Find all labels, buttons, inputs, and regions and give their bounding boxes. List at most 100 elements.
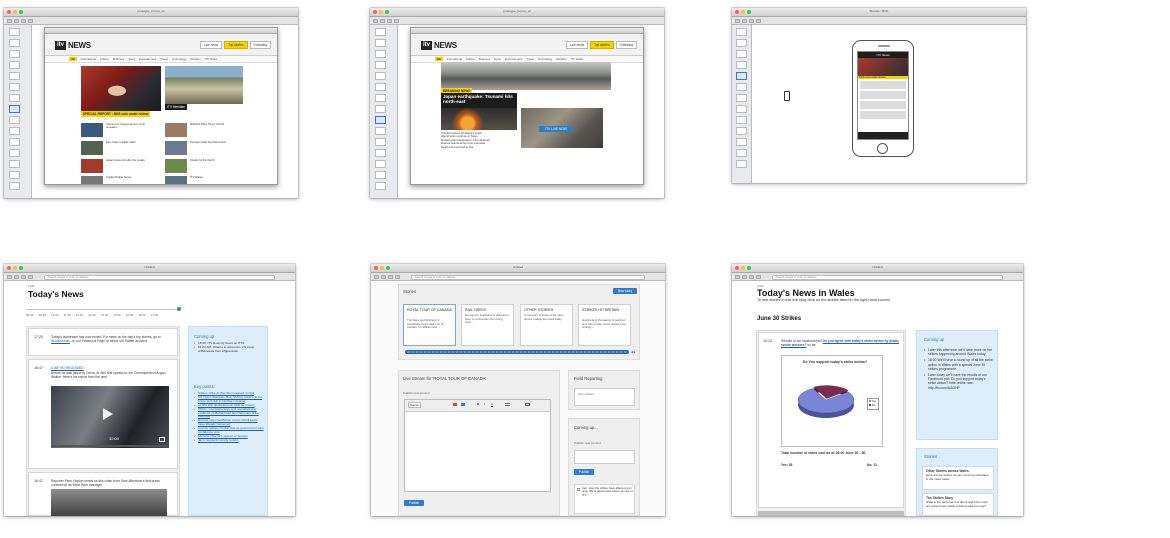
image-icon[interactable] [453,403,457,406]
itv-logo[interactable]: itv NEWS [421,40,457,50]
poll-total: Total number of votes cast as of 16:00 J… [781,451,867,455]
story-text[interactable]: Cameron's Clegg Lamont: Cuts revealed [106,122,156,130]
story-text[interactable]: Japan faces toll after the quake [106,158,156,162]
phone-lead-image[interactable] [858,58,908,76]
editor-toolbar: Source B I U [405,400,550,412]
post-time: 16:47 [34,366,43,370]
breaking-headline: Japan earthquake: Tsunami hits north-eas… [441,93,517,108]
fire-photo[interactable] [441,108,517,130]
live-news-button[interactable]: Live news [565,41,589,49]
story-body: Emergency legislation is planned to aver… [465,313,509,324]
coming-up-heading: Coming up... [574,425,598,430]
address-bar[interactable]: Search Google or enter an address [44,274,275,280]
video-duration: 32:00 [109,436,120,441]
story-card[interactable]: OTHER STORIES A summary of some of the o… [520,304,573,346]
top-stories-button[interactable]: Top stories [590,41,614,49]
post-headline[interactable]: A WE NO RELEASED [51,366,171,370]
story-text[interactable]: ITV Wales [190,175,240,179]
following-button[interactable]: Following [615,41,637,49]
timeline-handle[interactable] [177,307,181,311]
post-time: 16:47 [34,479,43,483]
comment-text: Kerr: How the strikes have affected your… [582,486,634,497]
slide-filmstrip[interactable] [732,25,752,183]
post-time: 17:20 [34,335,43,339]
live-label: LIVE [28,284,35,288]
address-bar[interactable]: Search Google or enter an address [772,274,1003,280]
story-title: OTHER STORIES [524,308,554,312]
bold-button[interactable]: B [477,402,479,406]
live-stream-heading: Live Stream for 'ROYAL TOUR OF CANADA' [403,376,487,381]
address-bar[interactable]: Search Google or enter an address [411,274,645,280]
story-card[interactable]: Other Stories across Wales Here are the … [922,466,994,490]
editor-window-1: prototype_Forms_v1 itv NEWS Live news Top… [4,8,298,198]
story-card[interactable]: The Strikes Story What is the personal r… [922,493,994,516]
second-photo[interactable] [165,66,243,104]
stories-scrollbar[interactable] [405,350,629,354]
title-bar: prototype_Forms_v1 [4,8,298,17]
editor-window-3: Browse / Birth ITV News NHS cuts under r… [732,8,1026,183]
post-text: Today's livestream has now ended. For ne… [51,335,161,343]
story-card[interactable]: RAIL CRISIS Emergency legislation is pla… [461,304,514,346]
tsunami-photo[interactable] [441,62,611,90]
link-icon[interactable] [461,403,465,406]
story-title: RAIL CRISIS [465,308,486,312]
slide-filmstrip[interactable] [4,25,32,198]
list-icon[interactable] [505,403,510,406]
live-news-button[interactable]: Live news [199,41,223,49]
list-item: 18:00 We'll have a round up of all the s… [924,358,994,371]
post-link[interactable]: itv.com/news [51,339,70,343]
underline-button[interactable]: U [491,402,493,406]
home-button[interactable] [877,143,888,154]
table-icon[interactable] [525,403,530,406]
poll-yes: Yes: 39 [781,463,793,467]
itv-live-now-button[interactable]: ITV LIVE NOW [539,126,573,132]
chart-legend: Yes No [867,398,879,410]
rich-text-editor[interactable]: Source B I U [404,399,551,492]
lead-caption: SPECIAL REPORT : NHS cuts under review [81,111,151,117]
video-player[interactable]: 32:00 [51,386,169,448]
key-point-link[interactable]: Jay's responds simply to Ed's [194,438,264,443]
post-image[interactable] [51,489,167,516]
timeline[interactable]: 09:30 09:30 10:30 11:30 11:30 12:30 13:30 14:30… [26,306,181,320]
window-title: Untitled [144,265,155,269]
coming-up-publish-button[interactable]: Publish [574,469,594,475]
coming-up-input[interactable] [574,450,635,464]
story-body: The Duke and Duchess of Cambridge begin … [407,318,444,329]
story-card[interactable]: ROYAL TOUR OF CANADA The Duke and Duches… [403,304,456,346]
window-title: prototype_Forms_v2 [503,9,531,13]
new-story-button[interactable]: New story [613,288,637,294]
play-icon[interactable] [103,408,113,420]
editor-window-2: prototype_Forms_v2 itv NEWS Live news Top… [370,8,664,198]
fullscreen-icon[interactable] [159,437,165,442]
comment-checkbox[interactable] [577,488,580,491]
story-text[interactable]: Anglia Widget News [106,175,156,179]
itv-logo[interactable]: itv NEWS [55,40,91,50]
slide-filmstrip[interactable] [370,25,398,198]
scroll-arrows[interactable]: ◂ ▸ [631,350,636,354]
list-item[interactable]: Death toll expected to rise [441,145,519,149]
story-body: Hundreds of thousands of teachers and ot… [582,318,626,329]
category-nav[interactable]: All International Politics Business Sport Ent… [45,56,277,63]
field-reporting-input[interactable]: Test content [574,388,635,406]
next-entry-strip [758,511,904,516]
story-list: Tsunami waves hit Japan's coast Aftersho… [441,131,519,149]
lead-photo[interactable] [81,66,161,111]
window-title: Untitled [872,265,883,269]
following-button[interactable]: Following [249,41,271,49]
story-text[interactable]: Floods hit the North [190,158,240,162]
top-stories-button[interactable]: Top stories [224,41,248,49]
italic-button[interactable]: I [484,402,485,406]
story-body: What is the personal row about and how m… [926,500,988,508]
coming-up-list: Later this afternoon we'll have more on … [924,348,994,390]
story-card[interactable]: STRIKES HIT BRITAIN Hundreds of thousand… [578,304,631,346]
video-progress[interactable] [51,445,169,447]
device-icon[interactable] [784,91,790,101]
phone-caption: NHS cuts under review [858,76,908,79]
story-text[interactable]: Fire nears nuclear plant [106,140,156,144]
story-text[interactable]: Rubbish Piles Sit on Oxford [190,122,240,126]
browser-window-cms: Untitled Search Google or enter an addre… [371,264,665,516]
publish-button[interactable]: Publish [404,500,424,506]
story-text[interactable]: Tsunami relief fund launched [190,140,240,144]
source-button[interactable]: Source [408,402,421,408]
post-text: Results of our facebook poll Do you agre… [781,339,900,347]
